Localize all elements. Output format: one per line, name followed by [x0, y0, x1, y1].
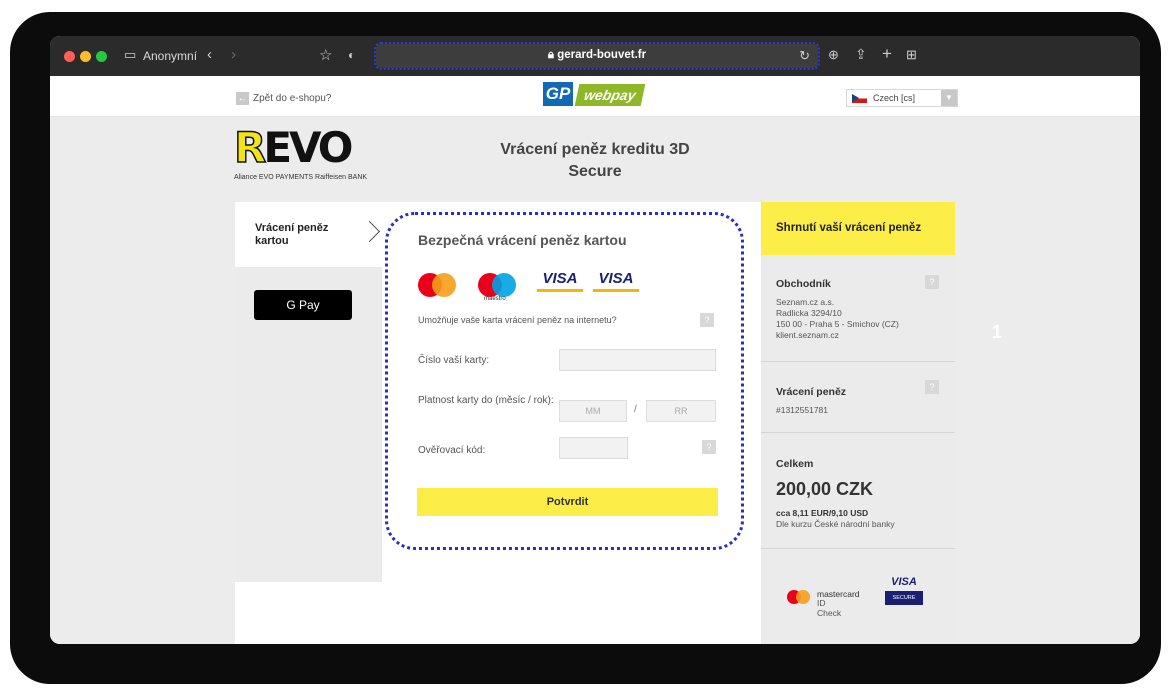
card-internet-hint: Umožňuje vaše karta vrácení peněz na int… [418, 315, 617, 325]
tab-overview-icon[interactable]: ⊞ [906, 47, 917, 63]
visa-secure-bottom: SECURE [885, 591, 923, 605]
logo-webpay: webpay [574, 84, 646, 106]
back-to-shop-link[interactable]: ← Zpět do e-shopu? [236, 92, 331, 105]
page-content: REVO Aliance EVO PAYMENTS Raiffeisen BAN… [50, 117, 1140, 644]
google-pay-button[interactable]: G Pay [254, 290, 352, 320]
form-heading: Bezpečná vrácení peněz kartou [418, 232, 627, 248]
cvc-input[interactable] [559, 437, 628, 459]
card-number-input[interactable] [559, 349, 716, 371]
step-label: Vrácení peněz kartou [255, 222, 329, 247]
mc-idcheck-line2: ID Check [817, 598, 842, 618]
visa-secure-top: VISA [891, 576, 917, 588]
total-amount: 200,00 CZK [776, 479, 874, 499]
refund-help-icon[interactable]: ? [925, 380, 939, 394]
refund-section: Vrácení peněz ? #1312551781 [761, 362, 955, 433]
mastercard-icon [418, 272, 458, 298]
chevron-down-icon: ▼ [941, 90, 957, 106]
chevron-right-icon [358, 220, 381, 243]
visa-electron-icon: VISA [593, 270, 639, 300]
expiry-separator: / [634, 404, 637, 415]
reload-icon[interactable]: ↻ [799, 48, 810, 64]
browser-window: ▭ Anonymní ‹ › ☆ ◐ 🔒︎ gerard-bouvet.fr ↻… [50, 36, 1140, 644]
summary-header: Shrnutí vaší vrácení peněz [761, 202, 955, 255]
address-bar[interactable]: 🔒︎ gerard-bouvet.fr ↻ [374, 42, 820, 70]
merchant-section: Obchodník ? Seznam.cz a.s. Radlicka 3294… [761, 255, 955, 362]
url-text: 🔒︎ gerard-bouvet.fr [547, 49, 647, 61]
page-title-line1: Vrácení peněz kreditu 3D [500, 141, 690, 158]
expiry-month-input[interactable]: MM [559, 400, 627, 422]
card-number-label: Číslo vaší karty: [418, 355, 490, 366]
refund-id: #1312551781 [776, 405, 829, 415]
logo-letter-r: R [233, 122, 267, 173]
refund-heading: Vrácení peněz [776, 386, 847, 398]
fx-line: cca 8,11 EUR/9,10 USD [776, 508, 869, 518]
merchant-details: Seznam.cz a.s. Radlicka 3294/10 150 00 -… [776, 297, 899, 340]
new-tab-icon[interactable]: + [882, 44, 892, 64]
step-marker: 1 [992, 322, 1003, 342]
visa-label: VISA [542, 270, 578, 287]
forward-arrow-icon[interactable]: › [231, 46, 236, 63]
back-arrow-icon[interactable]: ‹ [207, 46, 212, 63]
expiry-label: Platnost karty do (měsíc / rok): [418, 395, 554, 406]
cvc-label: Ověřovací kód: [418, 445, 486, 456]
step-card-refund[interactable]: Vrácení peněz kartou [235, 202, 382, 267]
total-section: Celkem 200,00 CZK cca 8,11 EUR/9,10 USD … [761, 433, 955, 549]
summary-column: Shrnutí vaší vrácení peněz Obchodník ? S… [761, 202, 955, 644]
maestro-label: maestro [484, 296, 506, 302]
visa-icon: VISA [537, 270, 583, 300]
merchant-heading: Obchodník [776, 278, 831, 290]
cvc-help-icon[interactable]: ? [702, 440, 716, 454]
sidebar-icon[interactable]: ▭ [124, 47, 136, 63]
page-title: Vrácení peněz kreditu 3D Secure [480, 139, 710, 183]
czech-flag-icon [852, 94, 867, 103]
minimize-window-button[interactable] [80, 51, 91, 62]
close-window-button[interactable] [64, 51, 75, 62]
share-icon[interactable]: ⇪ [855, 46, 867, 63]
visa-electron-label: VISA [598, 270, 634, 287]
expiry-year-input[interactable]: RR [646, 400, 716, 422]
logo-subtext: Aliance EVO PAYMENTS Raiffeisen BANK [234, 174, 368, 181]
logo-wordmark: EVO [263, 123, 353, 172]
bookmark-star-icon[interactable]: ☆ [319, 46, 332, 64]
language-select[interactable]: Czech [cs] ▼ [846, 89, 958, 107]
summary-title: Shrnutí vaší vrácení peněz [776, 222, 922, 234]
shield-icon[interactable]: ◐ [348, 48, 355, 62]
merchant-logo: REVO Aliance EVO PAYMENTS Raiffeisen BAN… [233, 122, 368, 181]
page-title-line2: Secure [568, 163, 622, 180]
lock-icon: 🔒︎ [547, 49, 558, 61]
steps-column: Vrácení peněz kartou G Pay [235, 202, 382, 582]
download-icon[interactable]: ⊕ [828, 47, 839, 63]
maestro-icon: maestro [478, 272, 518, 302]
gateway-header: ← Zpět do e-shopu? GP webpay Czech [cs] ▼ [50, 76, 1140, 117]
help-icon[interactable]: ? [700, 313, 714, 327]
back-arrow-icon: ← [236, 92, 249, 105]
private-profile-label: Anonymní [143, 49, 198, 63]
merchant-help-icon[interactable]: ? [925, 275, 939, 289]
card-form: Bezpečná vrácení peněz kartou maestro VI… [385, 212, 744, 550]
payment-panel: Vrácení peněz kartou G Pay Bezpečná vrác… [235, 202, 955, 644]
zoom-window-button[interactable] [96, 51, 107, 62]
total-heading: Celkem [776, 458, 814, 470]
visa-secure-logo: VISA SECURE [885, 576, 923, 605]
confirm-button[interactable]: Potvrdit [417, 488, 718, 516]
browser-toolbar: ▭ Anonymní ‹ › ☆ ◐ 🔒︎ gerard-bouvet.fr ↻… [50, 36, 1140, 76]
fx-note: Dle kurzu České národní banky [776, 519, 895, 529]
logo-gp: GP [543, 82, 573, 106]
